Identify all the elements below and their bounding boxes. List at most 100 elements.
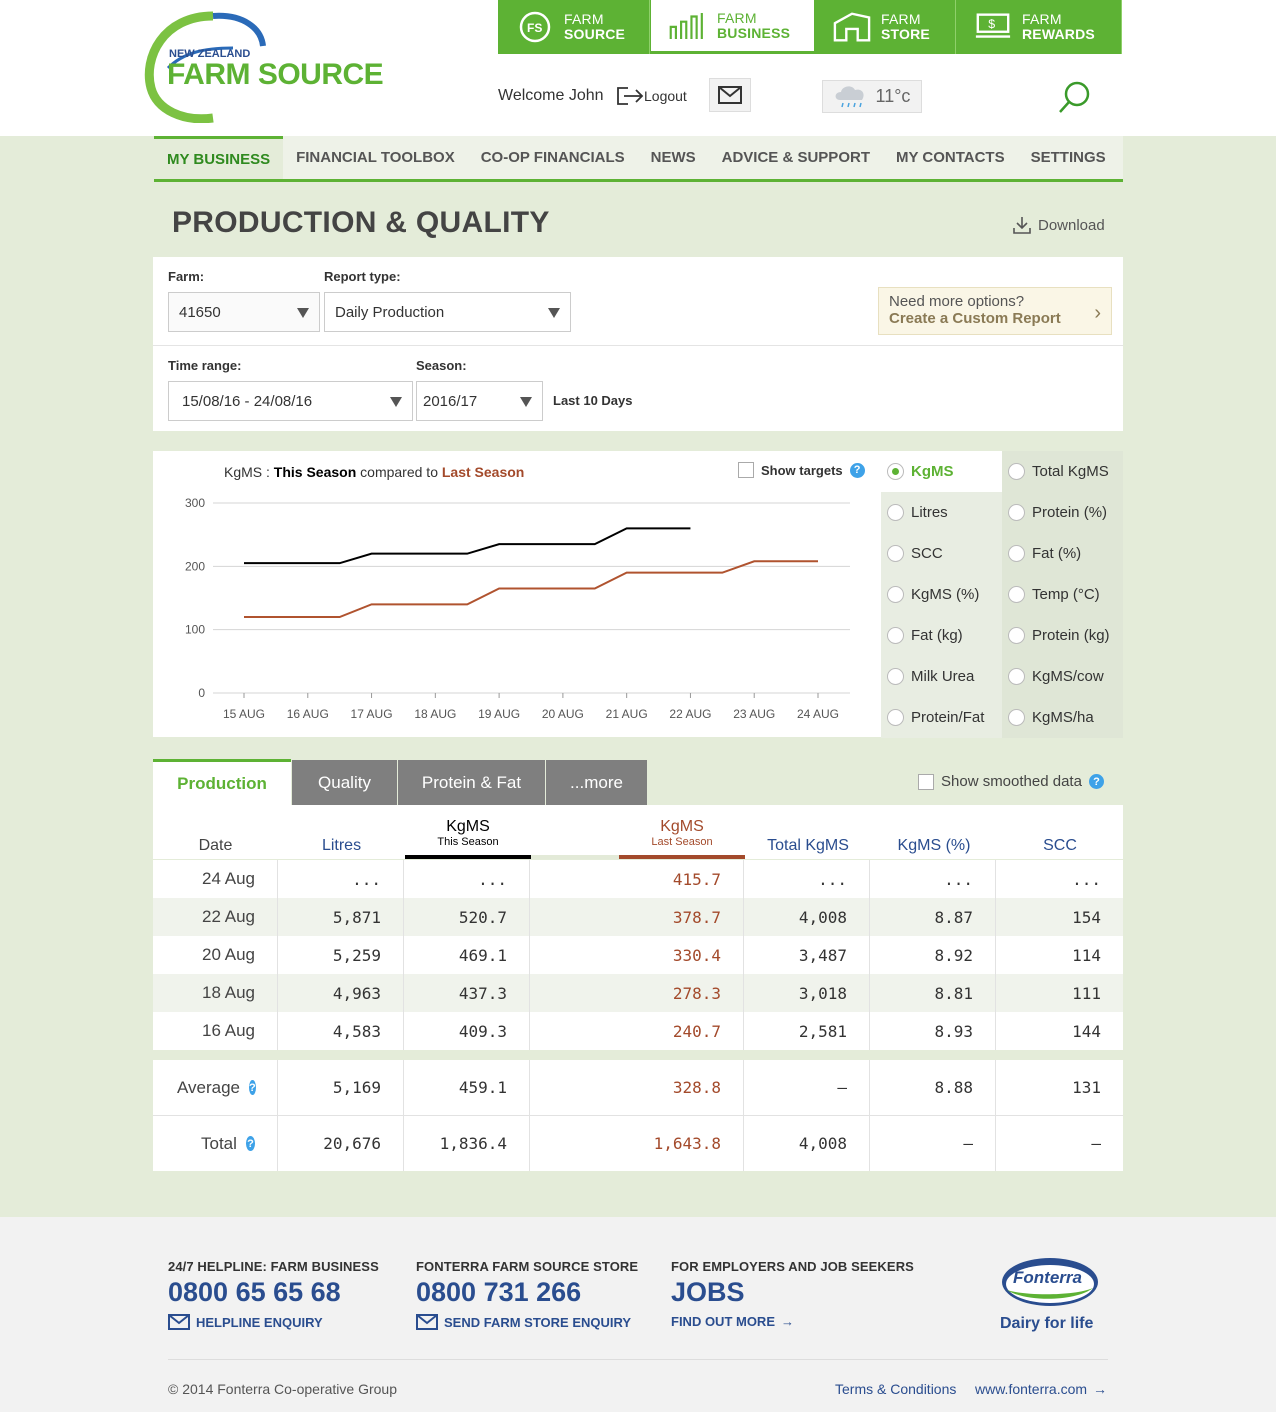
tab-farm-rewards[interactable]: $ FARM REWARDS bbox=[956, 0, 1122, 54]
search-icon[interactable] bbox=[1058, 80, 1092, 119]
radio-icon[interactable] bbox=[887, 586, 904, 603]
custom-report-prompt: Need more options? bbox=[889, 293, 1025, 310]
radio-icon[interactable] bbox=[887, 504, 904, 521]
help-icon[interactable]: ? bbox=[249, 1080, 256, 1095]
show-smoothed-checkbox[interactable] bbox=[918, 773, 934, 790]
table-row: 24 Aug...... 415.7......... bbox=[153, 860, 1123, 898]
radio-icon[interactable] bbox=[887, 627, 904, 644]
store-icon bbox=[833, 11, 871, 43]
col-kgms-last[interactable]: KgMS Last Season bbox=[619, 818, 745, 859]
radio-icon[interactable] bbox=[1008, 504, 1025, 521]
metric-option-kgms-cow[interactable]: KgMS/cow bbox=[1002, 656, 1123, 697]
svg-text:FS: FS bbox=[527, 21, 542, 35]
col-kgms-this[interactable]: KgMS This Season bbox=[405, 818, 531, 859]
help-icon[interactable]: ? bbox=[1088, 774, 1104, 789]
tab-production[interactable]: Production bbox=[153, 759, 291, 805]
radio-icon[interactable] bbox=[1008, 709, 1025, 726]
table-cell: Total bbox=[201, 1133, 237, 1153]
tab-farm-source[interactable]: FS FARM SOURCE bbox=[498, 0, 650, 54]
store-enquiry-link[interactable]: SEND FARM STORE ENQUIRY bbox=[416, 1314, 638, 1330]
radio-icon[interactable] bbox=[1008, 463, 1025, 480]
farm-select[interactable]: 41650 bbox=[168, 292, 320, 332]
help-icon[interactable]: ? bbox=[849, 462, 865, 478]
custom-report-button[interactable]: Need more options? Create a Custom Repor… bbox=[878, 287, 1112, 335]
radio-icon[interactable] bbox=[1008, 627, 1025, 644]
radio-icon[interactable] bbox=[1008, 545, 1025, 562]
col-date: Date bbox=[198, 837, 233, 854]
tab-more[interactable]: ...more bbox=[546, 760, 647, 805]
show-targets-label: Show targets bbox=[761, 462, 843, 478]
radio-icon[interactable] bbox=[1008, 586, 1025, 603]
nav-financial-toolbox[interactable]: FINANCIAL TOOLBOX bbox=[283, 136, 468, 179]
tab-protein-fat[interactable]: Protein & Fat bbox=[398, 760, 545, 805]
tab-farm-store[interactable]: FARM STORE bbox=[815, 0, 956, 54]
farm-source-logo[interactable]: NEW ZEALAND FARM SOURCE bbox=[143, 8, 393, 124]
help-icon[interactable]: ? bbox=[245, 1136, 255, 1151]
metric-option-protein-kg[interactable]: Protein (kg) bbox=[1002, 615, 1123, 656]
show-smoothed-label: Show smoothed data bbox=[941, 773, 1082, 790]
x-tick-label: 18 AUG bbox=[414, 707, 456, 721]
table-divider bbox=[153, 1115, 1123, 1116]
metric-option-fat[interactable]: Fat (%) bbox=[1002, 533, 1123, 574]
table-cell: – bbox=[963, 1134, 973, 1153]
metric-option-protein[interactable]: Protein (%) bbox=[1002, 492, 1123, 533]
metric-label: SCC bbox=[911, 545, 943, 562]
nav-my-business[interactable]: MY BUSINESS bbox=[154, 136, 284, 179]
metric-option-kgms[interactable]: KgMS bbox=[881, 451, 1002, 492]
y-tick-label: 300 bbox=[185, 496, 205, 510]
nav-advice-support[interactable]: ADVICE & SUPPORT bbox=[709, 136, 883, 179]
tab-farm-business[interactable]: FARM BUSINESS bbox=[650, 0, 815, 54]
col-scc[interactable]: SCC bbox=[997, 837, 1123, 855]
table-cell: 8.81 bbox=[934, 983, 973, 1003]
show-smoothed-toggle[interactable]: Show smoothed data ? bbox=[918, 773, 1104, 790]
weather-widget[interactable]: 11°c bbox=[822, 80, 922, 113]
nav-news[interactable]: NEWS bbox=[638, 136, 709, 179]
table-cell: ... bbox=[944, 869, 973, 889]
metric-option-scc[interactable]: SCC bbox=[881, 533, 1002, 574]
find-out-more-link[interactable]: FIND OUT MORE → bbox=[671, 1314, 914, 1329]
radio-icon[interactable] bbox=[887, 545, 904, 562]
radio-icon[interactable] bbox=[887, 668, 904, 685]
x-tick-label: 20 AUG bbox=[542, 707, 584, 721]
time-range-select[interactable]: 15/08/16 - 24/08/16 bbox=[168, 381, 413, 421]
radio-icon[interactable] bbox=[1008, 668, 1025, 685]
metric-label: KgMS (%) bbox=[911, 586, 980, 603]
footer-helpline-number[interactable]: 0800 65 65 68 bbox=[168, 1277, 379, 1308]
nav-settings[interactable]: SETTINGS bbox=[1018, 136, 1119, 179]
metric-label: Fat (kg) bbox=[911, 627, 963, 644]
logout-link[interactable]: Logout bbox=[616, 86, 687, 106]
season-value: 2016/17 bbox=[423, 392, 478, 410]
footer-store-number[interactable]: 0800 731 266 bbox=[416, 1277, 638, 1308]
metric-option-kgms[interactable]: KgMS (%) bbox=[881, 574, 1002, 615]
radio-icon[interactable] bbox=[887, 709, 904, 726]
metric-option-total-kgms[interactable]: Total KgMS bbox=[1002, 451, 1123, 492]
report-type-select[interactable]: Daily Production bbox=[324, 292, 571, 332]
table-cell: 240.7 bbox=[672, 1021, 721, 1041]
nav-coop-financials[interactable]: CO-OP FINANCIALS bbox=[468, 136, 638, 179]
col-kgms-pct[interactable]: KgMS (%) bbox=[871, 837, 997, 855]
nav-my-contacts[interactable]: MY CONTACTS bbox=[883, 136, 1018, 179]
col-litres[interactable]: Litres bbox=[279, 837, 404, 855]
metric-option-fat-kg[interactable]: Fat (kg) bbox=[881, 615, 1002, 656]
metric-option-kgms-ha[interactable]: KgMS/ha bbox=[1002, 697, 1123, 738]
download-button[interactable]: Download bbox=[1013, 216, 1105, 234]
logout-icon bbox=[617, 87, 644, 105]
x-tick-label: 23 AUG bbox=[733, 707, 775, 721]
metric-option-milk-urea[interactable]: Milk Urea bbox=[881, 656, 1002, 697]
metric-option-protein-fat[interactable]: Protein/Fat bbox=[881, 697, 1002, 738]
mail-icon bbox=[168, 1314, 190, 1330]
terms-link[interactable]: Terms & Conditions bbox=[835, 1381, 956, 1397]
fonterra-site-link[interactable]: www.fonterra.com → bbox=[975, 1381, 1107, 1397]
footer-jobs-title[interactable]: JOBS bbox=[671, 1277, 914, 1308]
col-total-kgms[interactable]: Total KgMS bbox=[745, 837, 871, 855]
show-targets-toggle[interactable]: Show targets ? bbox=[738, 462, 865, 478]
fonterra-logo[interactable]: Fonterra Dairy for life bbox=[995, 1250, 1105, 1335]
show-targets-checkbox[interactable] bbox=[738, 462, 754, 478]
helpline-enquiry-link[interactable]: HELPLINE ENQUIRY bbox=[168, 1314, 379, 1330]
messages-button[interactable] bbox=[709, 78, 751, 112]
tab-quality[interactable]: Quality bbox=[292, 760, 397, 805]
radio-icon[interactable] bbox=[887, 463, 904, 480]
metric-option-temp-c[interactable]: Temp (°C) bbox=[1002, 574, 1123, 615]
metric-option-litres[interactable]: Litres bbox=[881, 492, 1002, 533]
season-select[interactable]: 2016/17 bbox=[416, 381, 543, 421]
